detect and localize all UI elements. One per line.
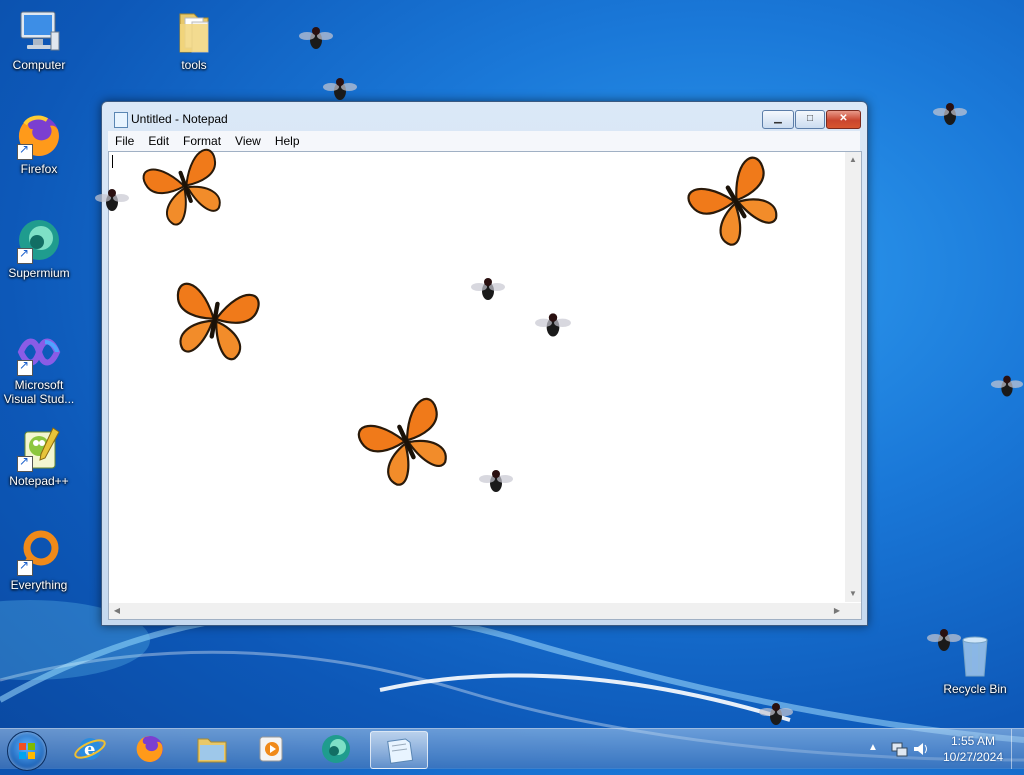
desktop-icon-tools[interactable]: tools xyxy=(155,8,233,72)
close-button[interactable]: ✕ xyxy=(826,110,861,129)
desktop-icon-supermium[interactable]: Supermium xyxy=(0,216,78,280)
firefox-icon xyxy=(15,112,63,160)
notepad-icon xyxy=(114,112,128,128)
desktop-icon-visual-studio[interactable]: Microsoft Visual Stud... xyxy=(0,328,78,406)
fly-icon xyxy=(299,27,333,49)
show-hidden-icons-icon[interactable]: ▲ xyxy=(868,742,878,753)
clock[interactable]: 1:55 AM 10/27/2024 xyxy=(930,733,1016,765)
desktop-icon-computer[interactable]: Computer xyxy=(0,8,78,72)
notepad-plus-plus-icon xyxy=(15,424,63,472)
resize-grip-icon[interactable] xyxy=(845,603,861,619)
title-bar[interactable]: Untitled - Notepad ▁ □ ✕ xyxy=(102,102,867,132)
taskbar-supermium[interactable] xyxy=(308,731,364,767)
supermium-icon xyxy=(15,216,63,264)
shortcut-arrow-icon xyxy=(17,454,33,472)
firefox-icon xyxy=(136,735,163,762)
clock-date: 10/27/2024 xyxy=(942,750,1004,764)
folder-icon xyxy=(170,8,218,56)
windows-logo-icon xyxy=(19,743,35,759)
desktop-icon-notepad-plus-plus[interactable]: Notepad++ xyxy=(0,424,78,488)
menu-help[interactable]: Help xyxy=(268,131,307,151)
clock-time: 1:55 AM xyxy=(950,734,996,748)
desktop-icon-recycle-bin[interactable]: Recycle Bin xyxy=(936,632,1014,696)
computer-icon xyxy=(15,8,63,56)
desktop-icon-label: Computer xyxy=(12,58,66,72)
taskbar: e ▲ 1:55 AM 10/27/2024 xyxy=(0,728,1024,771)
everything-search-icon xyxy=(15,528,63,576)
horizontal-scrollbar[interactable]: ◀ ▶ xyxy=(109,603,845,619)
taskbar-internet-explorer[interactable]: e xyxy=(62,731,118,767)
minimize-button[interactable]: ▁ xyxy=(762,110,794,129)
supermium-icon xyxy=(322,735,350,763)
folder-icon xyxy=(197,738,227,763)
taskbar-file-explorer[interactable] xyxy=(184,731,240,767)
media-player-icon xyxy=(259,736,283,762)
maximize-icon: □ xyxy=(806,113,814,124)
network-icon[interactable] xyxy=(890,740,908,758)
scroll-left-icon[interactable]: ◀ xyxy=(109,603,125,619)
show-desktop-button[interactable] xyxy=(1011,729,1024,769)
recycle-bin-icon xyxy=(951,632,999,680)
menu-bar: File Edit Format View Help xyxy=(108,131,860,151)
taskbar-firefox[interactable] xyxy=(122,731,178,767)
ibeam-cursor-icon: I xyxy=(212,313,222,332)
desktop-icon-label: Firefox xyxy=(20,162,58,176)
desktop-icon-firefox[interactable]: Firefox xyxy=(0,112,78,176)
maximize-button[interactable]: □ xyxy=(795,110,825,129)
desktop-icon-label: Recycle Bin xyxy=(943,682,1007,696)
notepad-window[interactable]: Untitled - Notepad ▁ □ ✕ File Edit Format V… xyxy=(101,101,868,626)
shortcut-arrow-icon xyxy=(17,142,33,160)
window-title: Untitled - Notepad xyxy=(131,112,228,126)
menu-view[interactable]: View xyxy=(228,131,268,151)
close-icon: ✕ xyxy=(839,113,848,124)
fly-icon xyxy=(933,103,967,125)
shortcut-arrow-icon xyxy=(17,558,33,576)
start-button[interactable] xyxy=(7,731,47,771)
desktop-icon-label: Microsoft Visual Stud... xyxy=(3,378,75,406)
desktop-icon-label: Supermium xyxy=(8,266,70,280)
desktop-icon-everything[interactable]: Everything xyxy=(0,528,78,592)
scroll-up-icon[interactable]: ▲ xyxy=(845,152,861,168)
scroll-down-icon[interactable]: ▼ xyxy=(845,586,861,602)
desktop-icon-label: tools xyxy=(181,58,207,72)
vertical-scrollbar[interactable]: ▲ ▼ xyxy=(845,152,861,602)
internet-explorer-icon: e xyxy=(74,738,106,760)
desktop-icon-label: Notepad++ xyxy=(9,474,69,488)
fly-icon xyxy=(990,375,1024,397)
minimize-icon: ▁ xyxy=(774,113,782,124)
desktop-icon-label: Everything xyxy=(10,578,68,592)
menu-edit[interactable]: Edit xyxy=(141,131,176,151)
taskbar-notepad[interactable] xyxy=(370,731,428,769)
shortcut-arrow-icon xyxy=(17,358,33,376)
scroll-right-icon[interactable]: ▶ xyxy=(829,603,845,619)
shortcut-arrow-icon xyxy=(17,246,33,264)
notepad-icon xyxy=(387,738,414,764)
fly-icon xyxy=(759,703,793,725)
taskbar-media-player[interactable] xyxy=(244,731,300,767)
text-editor-area[interactable]: ▲ ▼ ◀ ▶ xyxy=(108,151,862,620)
volume-icon[interactable] xyxy=(912,740,930,758)
menu-file[interactable]: File xyxy=(108,131,141,151)
visual-studio-icon xyxy=(15,328,63,376)
menu-format[interactable]: Format xyxy=(176,131,228,151)
text-caret xyxy=(112,155,113,168)
